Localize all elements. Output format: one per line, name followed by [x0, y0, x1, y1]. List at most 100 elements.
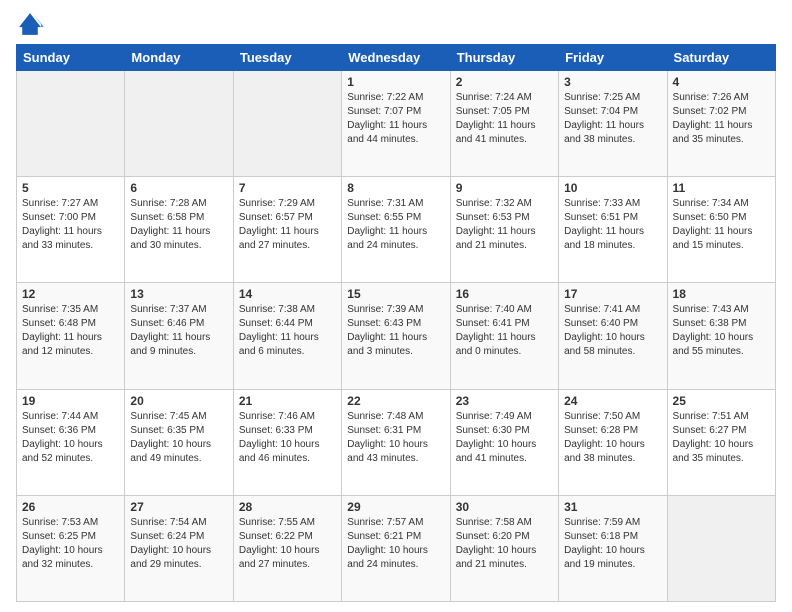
day-info: Sunrise: 7:27 AM Sunset: 7:00 PM Dayligh… — [22, 197, 119, 253]
day-info: Sunrise: 7:38 AM Sunset: 6:44 PM Dayligh… — [239, 303, 336, 359]
day-cell: 31 Sunrise: 7:59 AM Sunset: 6:18 PM Dayli… — [559, 495, 667, 601]
weekday-header-tuesday: Tuesday — [233, 45, 341, 71]
weekday-header-saturday: Saturday — [667, 45, 775, 71]
day-cell: 28 Sunrise: 7:55 AM Sunset: 6:22 PM Dayli… — [233, 495, 341, 601]
weekday-header-wednesday: Wednesday — [342, 45, 450, 71]
logo-icon — [16, 10, 44, 38]
day-info: Sunrise: 7:45 AM Sunset: 6:35 PM Dayligh… — [130, 410, 227, 466]
day-number: 8 — [347, 181, 444, 195]
day-cell: 23 Sunrise: 7:49 AM Sunset: 6:30 PM Dayli… — [450, 389, 558, 495]
day-cell: 24Sunrise: 7:50 AM Sunset: 6:28 PM Dayli… — [559, 389, 667, 495]
day-info: Sunrise: 7:31 AM Sunset: 6:55 PM Dayligh… — [347, 197, 444, 253]
week-row-1: 1 Sunrise: 7:22 AM Sunset: 7:07 PM Daylig… — [17, 71, 776, 177]
day-cell: 21 Sunrise: 7:46 AM Sunset: 6:33 PM Dayli… — [233, 389, 341, 495]
day-number: 22 — [347, 394, 444, 408]
day-number: 30 — [456, 500, 553, 514]
day-cell: 15 Sunrise: 7:39 AM Sunset: 6:43 PM Dayli… — [342, 283, 450, 389]
day-info: Sunrise: 7:40 AM Sunset: 6:41 PM Dayligh… — [456, 303, 553, 359]
day-cell — [233, 71, 341, 177]
calendar: SundayMondayTuesdayWednesdayThursdayFrid… — [16, 44, 776, 602]
day-info: Sunrise: 7:55 AM Sunset: 6:22 PM Dayligh… — [239, 516, 336, 572]
day-cell: 9Sunrise: 7:32 AM Sunset: 6:53 PM Daylig… — [450, 177, 558, 283]
day-number: 19 — [22, 394, 119, 408]
weekday-header-friday: Friday — [559, 45, 667, 71]
day-cell: 18Sunrise: 7:43 AM Sunset: 6:38 PM Dayli… — [667, 283, 775, 389]
day-cell: 17 Sunrise: 7:41 AM Sunset: 6:40 PM Dayli… — [559, 283, 667, 389]
day-cell: 25 Sunrise: 7:51 AM Sunset: 6:27 PM Dayli… — [667, 389, 775, 495]
day-number: 7 — [239, 181, 336, 195]
day-cell: 22 Sunrise: 7:48 AM Sunset: 6:31 PM Dayli… — [342, 389, 450, 495]
day-info: Sunrise: 7:46 AM Sunset: 6:33 PM Dayligh… — [239, 410, 336, 466]
day-number: 18 — [673, 287, 770, 301]
day-number: 24 — [564, 394, 661, 408]
day-cell: 3 Sunrise: 7:25 AM Sunset: 7:04 PM Daylig… — [559, 71, 667, 177]
day-cell: 14 Sunrise: 7:38 AM Sunset: 6:44 PM Dayli… — [233, 283, 341, 389]
day-info: Sunrise: 7:29 AM Sunset: 6:57 PM Dayligh… — [239, 197, 336, 253]
day-cell — [125, 71, 233, 177]
day-number: 5 — [22, 181, 119, 195]
day-info: Sunrise: 7:35 AM Sunset: 6:48 PM Dayligh… — [22, 303, 119, 359]
day-cell — [667, 495, 775, 601]
day-cell: 11Sunrise: 7:34 AM Sunset: 6:50 PM Dayli… — [667, 177, 775, 283]
day-info: Sunrise: 7:28 AM Sunset: 6:58 PM Dayligh… — [130, 197, 227, 253]
day-info: Sunrise: 7:34 AM Sunset: 6:50 PM Dayligh… — [673, 197, 770, 253]
day-cell: 6Sunrise: 7:28 AM Sunset: 6:58 PM Daylig… — [125, 177, 233, 283]
weekday-header-sunday: Sunday — [17, 45, 125, 71]
day-number: 9 — [456, 181, 553, 195]
day-number: 21 — [239, 394, 336, 408]
day-info: Sunrise: 7:26 AM Sunset: 7:02 PM Dayligh… — [673, 91, 770, 147]
day-number: 13 — [130, 287, 227, 301]
day-number: 3 — [564, 75, 661, 89]
day-cell: 20 Sunrise: 7:45 AM Sunset: 6:35 PM Dayli… — [125, 389, 233, 495]
week-row-3: 12 Sunrise: 7:35 AM Sunset: 6:48 PM Dayli… — [17, 283, 776, 389]
day-number: 26 — [22, 500, 119, 514]
day-cell: 10Sunrise: 7:33 AM Sunset: 6:51 PM Dayli… — [559, 177, 667, 283]
day-info: Sunrise: 7:25 AM Sunset: 7:04 PM Dayligh… — [564, 91, 661, 147]
day-info: Sunrise: 7:59 AM Sunset: 6:18 PM Dayligh… — [564, 516, 661, 572]
day-info: Sunrise: 7:44 AM Sunset: 6:36 PM Dayligh… — [22, 410, 119, 466]
header — [16, 10, 776, 38]
day-number: 25 — [673, 394, 770, 408]
day-number: 12 — [22, 287, 119, 301]
day-info: Sunrise: 7:37 AM Sunset: 6:46 PM Dayligh… — [130, 303, 227, 359]
day-cell: 7 Sunrise: 7:29 AM Sunset: 6:57 PM Daylig… — [233, 177, 341, 283]
day-info: Sunrise: 7:53 AM Sunset: 6:25 PM Dayligh… — [22, 516, 119, 572]
day-cell: 13 Sunrise: 7:37 AM Sunset: 6:46 PM Dayli… — [125, 283, 233, 389]
day-cell: 12 Sunrise: 7:35 AM Sunset: 6:48 PM Dayli… — [17, 283, 125, 389]
day-info: Sunrise: 7:49 AM Sunset: 6:30 PM Dayligh… — [456, 410, 553, 466]
day-number: 14 — [239, 287, 336, 301]
week-row-2: 5 Sunrise: 7:27 AM Sunset: 7:00 PM Daylig… — [17, 177, 776, 283]
day-cell: 4 Sunrise: 7:26 AM Sunset: 7:02 PM Daylig… — [667, 71, 775, 177]
day-number: 20 — [130, 394, 227, 408]
day-info: Sunrise: 7:41 AM Sunset: 6:40 PM Dayligh… — [564, 303, 661, 359]
day-info: Sunrise: 7:51 AM Sunset: 6:27 PM Dayligh… — [673, 410, 770, 466]
week-row-4: 19 Sunrise: 7:44 AM Sunset: 6:36 PM Dayli… — [17, 389, 776, 495]
day-number: 31 — [564, 500, 661, 514]
day-number: 17 — [564, 287, 661, 301]
day-info: Sunrise: 7:57 AM Sunset: 6:21 PM Dayligh… — [347, 516, 444, 572]
day-info: Sunrise: 7:48 AM Sunset: 6:31 PM Dayligh… — [347, 410, 444, 466]
logo — [16, 10, 48, 38]
weekday-header-monday: Monday — [125, 45, 233, 71]
day-cell: 8 Sunrise: 7:31 AM Sunset: 6:55 PM Daylig… — [342, 177, 450, 283]
day-cell: 27Sunrise: 7:54 AM Sunset: 6:24 PM Dayli… — [125, 495, 233, 601]
day-number: 10 — [564, 181, 661, 195]
day-number: 16 — [456, 287, 553, 301]
day-number: 1 — [347, 75, 444, 89]
day-info: Sunrise: 7:39 AM Sunset: 6:43 PM Dayligh… — [347, 303, 444, 359]
weekday-header-thursday: Thursday — [450, 45, 558, 71]
day-number: 2 — [456, 75, 553, 89]
day-number: 15 — [347, 287, 444, 301]
day-number: 23 — [456, 394, 553, 408]
day-number: 4 — [673, 75, 770, 89]
day-cell: 29 Sunrise: 7:57 AM Sunset: 6:21 PM Dayli… — [342, 495, 450, 601]
day-number: 29 — [347, 500, 444, 514]
day-cell: 2Sunrise: 7:24 AM Sunset: 7:05 PM Daylig… — [450, 71, 558, 177]
day-number: 28 — [239, 500, 336, 514]
page: SundayMondayTuesdayWednesdayThursdayFrid… — [0, 0, 792, 612]
day-number: 27 — [130, 500, 227, 514]
day-cell — [17, 71, 125, 177]
day-info: Sunrise: 7:22 AM Sunset: 7:07 PM Dayligh… — [347, 91, 444, 147]
day-cell: 5 Sunrise: 7:27 AM Sunset: 7:00 PM Daylig… — [17, 177, 125, 283]
week-row-5: 26 Sunrise: 7:53 AM Sunset: 6:25 PM Dayli… — [17, 495, 776, 601]
